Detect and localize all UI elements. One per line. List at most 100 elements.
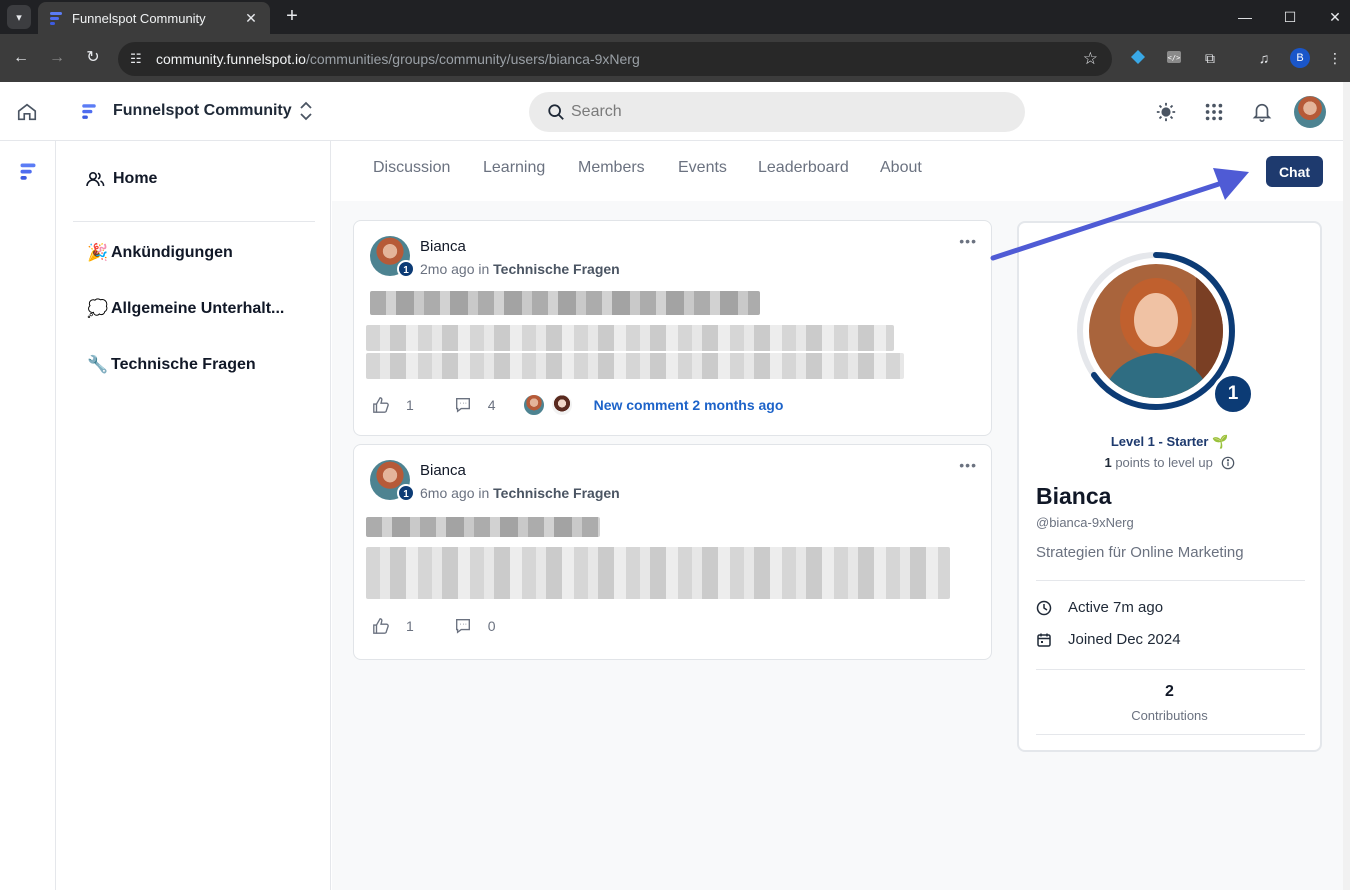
author-level-badge: 1	[397, 260, 415, 278]
funnelspot-logo-icon	[82, 104, 96, 119]
extension-code-icon[interactable]: </>	[1165, 49, 1183, 67]
extensions-puzzle-icon[interactable]: ⧉	[1201, 49, 1219, 67]
post-card[interactable]: 1 Bianca 2mo ago in Technische Fragen ••…	[353, 220, 992, 436]
forward-arrow-icon[interactable]: →	[46, 47, 68, 69]
close-tab-icon[interactable]: ✕	[242, 10, 260, 27]
community-rail	[0, 141, 56, 890]
search-input[interactable]	[571, 103, 991, 121]
post-meta: 6mo ago in Technische Fragen	[420, 485, 620, 501]
post-body-blurred	[366, 325, 894, 351]
search-icon	[548, 104, 564, 120]
post-author[interactable]: Bianca	[420, 238, 466, 255]
search-bar[interactable]	[529, 92, 1025, 132]
profile-divider	[1036, 734, 1305, 735]
joined-text: Joined Dec 2024	[1068, 631, 1181, 648]
sidebar-item-label: Allgemeine Unterhalt...	[111, 300, 285, 317]
sidebar-item-home[interactable]: Home	[85, 169, 157, 189]
profile-divider	[1036, 580, 1305, 581]
sidebar: Home 🎉 Ankündigungen 💭 Allgemeine Unterh…	[57, 141, 331, 890]
comment-count: 0	[487, 618, 496, 634]
page-scrollbar[interactable]	[1343, 82, 1350, 890]
level-name: Level 1 - Starter 🌱	[1110, 434, 1229, 449]
extension-diamond-icon[interactable]	[1129, 49, 1147, 67]
apps-grid-icon[interactable]	[1203, 101, 1225, 123]
post-category[interactable]: Technische Fragen	[493, 485, 620, 501]
members-icon	[86, 171, 105, 187]
post-title-blurred	[370, 291, 760, 315]
sidebar-item-allgemeine-unterhaltungen[interactable]: 💭 Allgemeine Unterhalt...	[87, 299, 284, 319]
post-card[interactable]: 1 Bianca 6mo ago in Technische Fragen ••…	[353, 444, 992, 660]
comment-icon[interactable]	[454, 617, 472, 635]
tab-members[interactable]: Members	[578, 159, 645, 177]
user-avatar[interactable]	[1294, 96, 1326, 128]
profile-level-badge: 1	[1212, 373, 1254, 415]
contributions-label: Contributions	[1131, 708, 1208, 723]
more-options-icon[interactable]: •••	[959, 233, 977, 249]
community-name[interactable]: Funnelspot Community	[113, 102, 292, 120]
post-title-blurred	[366, 517, 600, 537]
svg-text:</>: </>	[1168, 54, 1181, 62]
like-thumbs-up-icon[interactable]	[372, 617, 390, 635]
browser-tab[interactable]: Funnelspot Community ✕	[38, 2, 270, 34]
chat-button[interactable]: Chat	[1266, 156, 1323, 187]
post-time: 6mo ago	[420, 485, 475, 501]
post-actions: 1 0	[372, 617, 496, 635]
author-level-badge: 1	[397, 484, 415, 502]
browser-menu-icon[interactable]: ⋮	[1326, 49, 1344, 67]
commenter-avatar[interactable]	[549, 393, 574, 417]
post-time: 2mo ago	[420, 261, 475, 277]
points-value: 1	[1104, 455, 1112, 470]
profile-active-status: Active 7m ago	[1036, 599, 1163, 616]
home-icon[interactable]	[16, 101, 38, 123]
sidebar-divider	[73, 221, 315, 222]
tab-leaderboard[interactable]: Leaderboard	[758, 159, 849, 177]
tab-events[interactable]: Events	[678, 159, 727, 177]
media-control-icon[interactable]: ♫	[1255, 49, 1273, 67]
tab-about[interactable]: About	[880, 159, 922, 177]
sidebar-item-ankuendigungen[interactable]: 🎉 Ankündigungen	[87, 243, 233, 263]
party-popper-icon: 🎉	[87, 243, 109, 262]
tab-discussion[interactable]: Discussion	[373, 159, 450, 177]
theme-toggle-sun-icon[interactable]	[1155, 101, 1177, 123]
bookmark-star-icon[interactable]: ☆	[1083, 49, 1098, 69]
url-text: community.funnelspot.io/communities/grou…	[156, 51, 640, 67]
tab-learning[interactable]: Learning	[483, 159, 545, 177]
comment-count: 4	[487, 397, 496, 413]
reload-icon[interactable]: ↻	[82, 47, 104, 69]
post-author[interactable]: Bianca	[420, 462, 466, 479]
tab-search-dropdown[interactable]: ▾	[7, 5, 31, 29]
more-options-icon[interactable]: •••	[959, 457, 977, 473]
profile-divider	[1036, 669, 1305, 670]
post-meta: 2mo ago in Technische Fragen	[420, 261, 620, 277]
browser-tab-bar: ▾ Funnelspot Community ✕ + — ☐ ✕	[0, 0, 1350, 34]
community-switcher-chevron-icon[interactable]	[298, 100, 314, 122]
address-bar[interactable]: ☷ community.funnelspot.io/communities/gr…	[118, 42, 1112, 76]
commenter-avatar[interactable]	[521, 393, 546, 417]
like-thumbs-up-icon[interactable]	[372, 396, 390, 414]
wrench-icon: 🔧	[87, 355, 109, 374]
annotation-arrow-icon	[990, 168, 1249, 261]
maximize-window-icon[interactable]: ☐	[1275, 6, 1305, 28]
info-icon[interactable]	[1221, 456, 1235, 470]
post-category[interactable]: Technische Fragen	[493, 261, 620, 277]
minimize-window-icon[interactable]: —	[1230, 6, 1260, 28]
profile-handle: @bianca-9xNerg	[1036, 515, 1134, 530]
sidebar-item-technische-fragen[interactable]: 🔧 Technische Fragen	[87, 355, 256, 375]
close-window-icon[interactable]: ✕	[1320, 6, 1350, 28]
browser-profile-avatar[interactable]: B	[1290, 48, 1310, 68]
points-suffix: points to level up	[1111, 455, 1213, 470]
new-tab-icon[interactable]: +	[281, 4, 303, 28]
like-count: 1	[406, 397, 414, 413]
clock-icon	[1036, 600, 1052, 615]
sidebar-item-label: Ankündigungen	[111, 244, 233, 261]
comment-icon[interactable]	[454, 396, 472, 414]
post-body-blurred	[366, 353, 904, 379]
new-comment-link[interactable]: New comment 2 months ago	[594, 397, 784, 413]
notification-bell-icon[interactable]	[1251, 101, 1273, 123]
site-settings-icon[interactable]: ☷	[130, 51, 150, 67]
profile-card: 1 Level 1 - Starter 🌱 1 points to level …	[1017, 221, 1322, 752]
app-header: Funnelspot Community	[0, 82, 1343, 141]
funnelspot-community-rail-icon[interactable]	[18, 161, 38, 181]
back-arrow-icon[interactable]: ←	[10, 47, 32, 69]
post-actions: 1 4 New comment 2 months ago	[372, 393, 783, 417]
